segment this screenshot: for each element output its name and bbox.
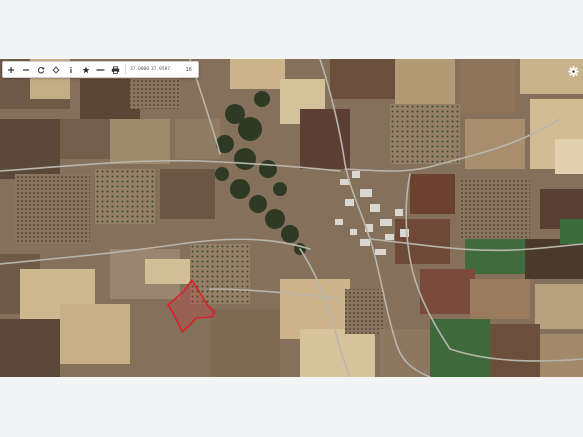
settings-button[interactable] bbox=[566, 64, 580, 78]
toolbar-divider bbox=[125, 64, 126, 75]
locate-button[interactable] bbox=[48, 62, 63, 77]
crosshair-icon bbox=[52, 66, 59, 73]
zoom-level-readout: 16 bbox=[185, 66, 192, 73]
measure-button[interactable] bbox=[93, 62, 108, 77]
printer-icon bbox=[111, 65, 120, 74]
refresh-button[interactable] bbox=[33, 62, 48, 77]
star-icon bbox=[82, 66, 89, 73]
latitude-readout: 37.0000 bbox=[130, 67, 149, 72]
zoom-in-button[interactable] bbox=[3, 62, 18, 77]
info-icon bbox=[69, 66, 72, 73]
favorite-button[interactable] bbox=[78, 62, 93, 77]
plus-icon bbox=[7, 66, 14, 73]
map-viewport[interactable]: 37.0000 37.0587 16 bbox=[0, 59, 583, 377]
minus-icon bbox=[22, 68, 29, 71]
longitude-readout: 37.0587 bbox=[150, 67, 170, 72]
map-toolbar: 37.0000 37.0587 16 bbox=[2, 61, 199, 78]
zoom-out-button[interactable] bbox=[18, 62, 33, 77]
ruler-icon bbox=[96, 68, 105, 71]
refresh-icon bbox=[37, 66, 44, 73]
info-button[interactable] bbox=[63, 62, 78, 77]
print-button[interactable] bbox=[108, 62, 123, 77]
gear-icon bbox=[567, 65, 579, 77]
satellite-imagery[interactable] bbox=[0, 59, 583, 377]
